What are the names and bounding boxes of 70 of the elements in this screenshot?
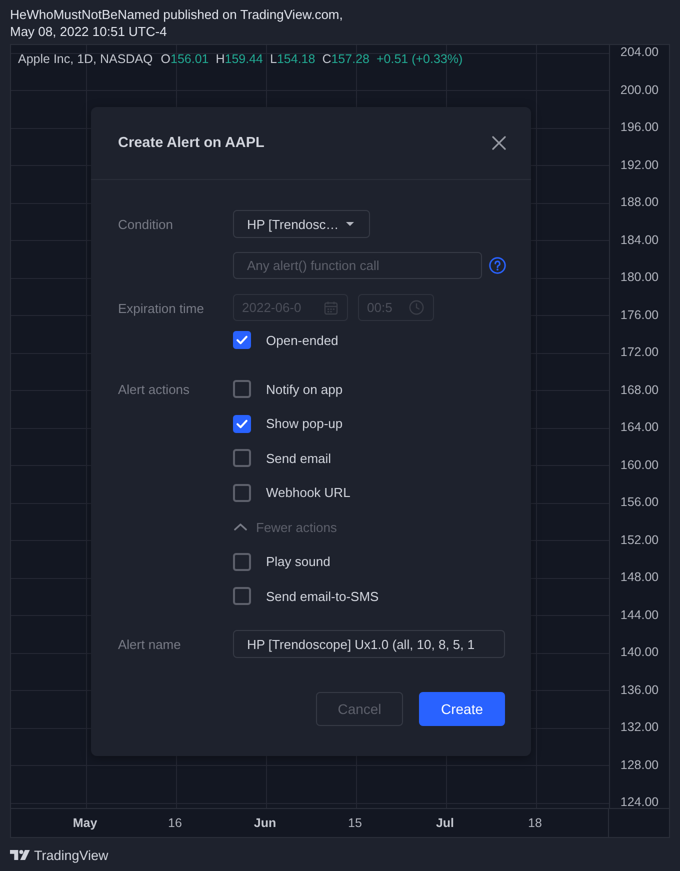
price-label: 204.00 <box>620 46 659 59</box>
checkbox-label[interactable]: Notify on app <box>266 382 343 396</box>
clock-icon <box>409 300 424 315</box>
checkbox-label[interactable]: Webhook URL <box>266 485 350 500</box>
ohlc-value: 154.18 <box>276 52 316 66</box>
price-label: 184.00 <box>620 234 659 246</box>
condition-input[interactable]: Any alert() function call <box>233 252 482 279</box>
price-label: 152.00 <box>620 534 659 546</box>
price-label: 164.00 <box>620 421 659 434</box>
ohlc-value: 159.44 <box>224 52 264 66</box>
author-line: HeWhoMustNotBeNamed published on TradingView.com, <box>10 6 344 23</box>
field-label: Alert actions <box>118 380 191 398</box>
caret-icon <box>346 222 354 226</box>
checkbox[interactable] <box>233 484 251 502</box>
price-label: 136.00 <box>620 684 659 696</box>
checkbox-label[interactable]: Send email-to-SMS <box>266 588 379 604</box>
symbol-info: Apple Inc, 1D, NASDAQ <box>18 51 153 67</box>
chevron-up-icon <box>234 523 247 531</box>
checkbox[interactable] <box>233 587 251 605</box>
price-change: +0.51 (+0.33%) <box>376 51 463 67</box>
checkbox[interactable] <box>233 449 251 467</box>
checkbox[interactable] <box>233 414 251 432</box>
ohlc-value: 157.28 <box>331 52 370 66</box>
ohlc-label: L <box>270 52 277 66</box>
checkmark-icon <box>236 418 248 428</box>
time-label: 16 <box>167 816 183 830</box>
time-label: 15 <box>347 816 363 830</box>
field-label: Condition <box>118 216 174 234</box>
ohlc-value: 156.01 <box>170 52 209 66</box>
ohlc-label: O <box>160 52 171 66</box>
checkmark-icon <box>236 335 248 345</box>
price-label: 128.00 <box>620 758 659 772</box>
price-label: 160.00 <box>620 458 659 472</box>
checkbox-label[interactable]: Send email <box>266 450 332 466</box>
price-label: 180.00 <box>620 271 659 284</box>
price-label: 168.00 <box>620 384 659 396</box>
logo-icon <box>10 850 30 860</box>
price-label: 200.00 <box>620 84 659 96</box>
time-label: Jun <box>252 816 278 830</box>
checkbox-label[interactable]: Play sound <box>266 554 330 569</box>
brand-name: TradingView <box>34 848 108 862</box>
price-label: 144.00 <box>620 608 659 622</box>
help-icon[interactable] <box>489 257 506 274</box>
price-label: 140.00 <box>620 646 659 659</box>
price-label: 124.00 <box>620 796 659 809</box>
ohlc-label: C <box>322 52 332 66</box>
price-label: 188.00 <box>620 196 659 209</box>
publish-date: May 08, 2022 10:51 UTC-4 <box>10 23 168 40</box>
checkbox[interactable] <box>233 552 251 570</box>
checkbox-label[interactable]: Show pop-up <box>266 416 343 431</box>
ohlc-label: H <box>216 52 225 66</box>
alert-name-input[interactable]: HP [Trendoscope] Ux1.0 (all, 10, 8, 5, 1 <box>233 630 505 658</box>
time-label: 18 <box>527 816 543 830</box>
time-label: Jul <box>434 816 456 830</box>
price-label: 192.00 <box>620 158 659 172</box>
checkbox[interactable] <box>233 380 251 398</box>
time-label: May <box>72 816 98 830</box>
price-label: 176.00 <box>620 308 659 322</box>
price-label: 148.00 <box>620 571 659 584</box>
price-label: 132.00 <box>620 721 659 734</box>
price-label: 196.00 <box>620 121 659 134</box>
dialog-title: Create Alert on AAPL <box>118 135 264 151</box>
field-label: Expiration time <box>118 300 205 318</box>
field-label: Alert name <box>118 636 182 654</box>
calendar-icon <box>324 300 338 314</box>
condition-dropdown[interactable]: HP [Trendosc… <box>233 210 370 238</box>
price-label: 156.00 <box>620 496 659 509</box>
create-button[interactable]: Create <box>419 692 505 726</box>
price-label: 172.00 <box>620 346 659 359</box>
close-icon[interactable] <box>492 136 506 150</box>
